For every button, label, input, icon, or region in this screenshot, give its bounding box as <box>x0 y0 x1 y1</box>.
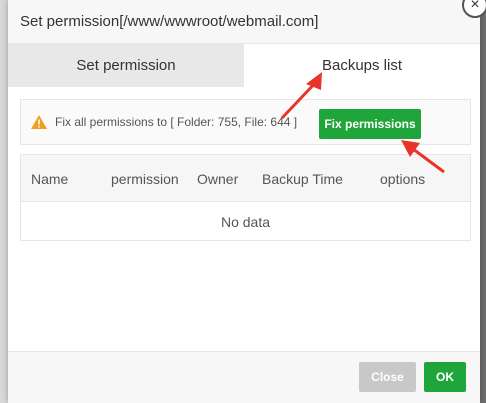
column-header-permission: permission <box>111 171 179 187</box>
tab-bar: Set permission Backups list <box>8 44 480 87</box>
column-header-options: options <box>380 171 426 187</box>
permission-dialog: Set permission[/www/wwwroot/webmail.com]… <box>8 0 486 403</box>
dialog-footer: Close OK <box>8 351 480 403</box>
table-header: Name permission Owner Backup Time option… <box>21 155 470 202</box>
close-button[interactable]: Close <box>359 362 416 392</box>
empty-table-message: No data <box>220 213 271 230</box>
column-header-owner: Owner <box>197 171 239 187</box>
tab-set-permission[interactable]: Set permission <box>8 44 244 87</box>
column-header-name: Name <box>31 171 69 187</box>
ok-button[interactable]: OK <box>424 362 466 392</box>
warning-icon <box>31 115 47 129</box>
fix-permissions-button[interactable]: Fix permissions <box>319 109 421 139</box>
dialog-header: Set permission[/www/wwwroot/webmail.com] <box>8 0 480 44</box>
tab-backups-list[interactable]: Backups list <box>244 44 480 87</box>
fix-permissions-text: Fix all permissions to [ Folder: 755, Fi… <box>55 115 298 129</box>
fix-permissions-bar: Fix all permissions to [ Folder: 755, Fi… <box>20 99 471 145</box>
backups-table: Name permission Owner Backup Time option… <box>20 154 471 241</box>
dialog-title: Set permission[/www/wwwroot/webmail.com] <box>20 13 319 30</box>
column-header-backup-time: Backup Time <box>262 171 343 187</box>
page-backdrop <box>0 0 8 403</box>
